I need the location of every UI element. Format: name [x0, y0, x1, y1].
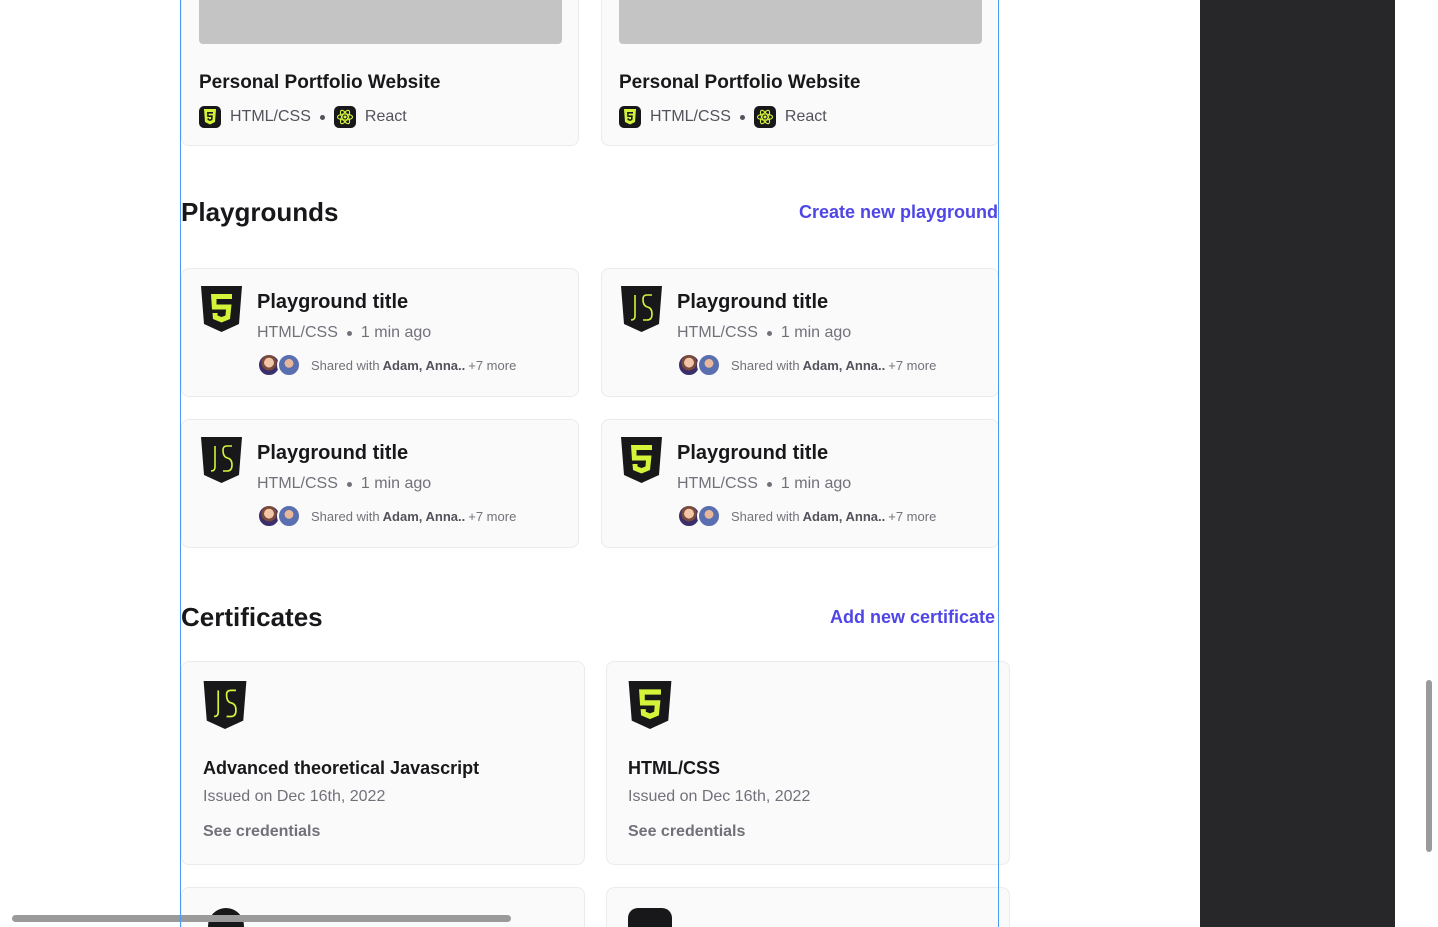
shared-with: Shared with Adam, Anna.. +7 more — [257, 504, 516, 528]
shared-names: Adam, Anna.. — [802, 508, 886, 524]
horizontal-scrollbar[interactable] — [12, 915, 511, 922]
avatar — [277, 353, 301, 377]
badge-icon — [628, 908, 672, 927]
tag-label: HTML/CSS — [230, 108, 311, 125]
js-icon — [203, 681, 247, 729]
playground-title: Playground title — [257, 291, 409, 313]
react-icon — [333, 106, 356, 128]
add-certificate-link[interactable]: Add new certificate — [830, 607, 995, 628]
project-tags: HTML/CSS React — [199, 106, 407, 128]
vertical-scrollbar[interactable] — [1426, 680, 1432, 852]
playground-meta: HTML/CSS 1 min ago — [257, 324, 431, 342]
project-thumbnail — [199, 0, 562, 44]
create-playground-link[interactable]: Create new playground — [799, 202, 998, 223]
certificate-issued: Issued on Dec 16th, 2022 — [203, 788, 386, 805]
avatar-group[interactable] — [677, 504, 721, 528]
avatar-group[interactable] — [677, 353, 721, 377]
react-icon — [753, 106, 776, 128]
shared-prefix: Shared with — [731, 357, 800, 373]
shared-names: Adam, Anna.. — [382, 508, 466, 524]
playground-card[interactable]: Playground title HTML/CSS 1 min ago Shar… — [601, 268, 999, 397]
avatar — [697, 504, 721, 528]
project-thumbnail — [619, 0, 982, 44]
certificate-card[interactable] — [606, 887, 1010, 927]
playground-lang: HTML/CSS — [257, 475, 338, 492]
js-icon — [621, 286, 662, 332]
shared-prefix: Shared with — [311, 357, 380, 373]
certificate-card[interactable]: HTML/CSS Issued on Dec 16th, 2022 See cr… — [606, 661, 1010, 865]
side-panel — [1200, 0, 1395, 927]
html5-icon — [619, 106, 641, 128]
playground-title: Playground title — [677, 291, 829, 313]
see-credentials-link[interactable]: See credentials — [628, 823, 745, 841]
playground-lang: HTML/CSS — [677, 475, 758, 492]
certificate-title: Advanced theoretical Javascript — [203, 758, 480, 778]
playground-lang: HTML/CSS — [677, 324, 758, 341]
playground-card[interactable]: Playground title HTML/CSS 1 min ago Shar… — [181, 419, 579, 548]
tag-label: HTML/CSS — [650, 108, 731, 125]
html5-icon — [621, 437, 662, 483]
playground-lang: HTML/CSS — [257, 324, 338, 341]
project-tags: HTML/CSS React — [619, 106, 827, 128]
project-card[interactable]: Personal Portfolio Website HTML/CSS Reac… — [181, 0, 579, 146]
shared-more[interactable]: +7 more — [888, 358, 936, 373]
tag-label: React — [364, 108, 407, 125]
avatar-group[interactable] — [257, 504, 301, 528]
certificates-heading: Certificates — [181, 602, 323, 632]
shared-with: Shared with Adam, Anna.. +7 more — [257, 353, 516, 377]
js-icon — [201, 437, 242, 483]
shared-names: Adam, Anna.. — [802, 357, 886, 373]
shared-with: Shared with Adam, Anna.. +7 more — [677, 504, 936, 528]
playground-card[interactable]: Playground title HTML/CSS 1 min ago Shar… — [181, 268, 579, 397]
certificate-issued: Issued on Dec 16th, 2022 — [628, 788, 811, 805]
playground-title: Playground title — [257, 442, 409, 464]
playgrounds-heading: Playgrounds — [181, 197, 339, 227]
project-title: Personal Portfolio Website — [199, 72, 441, 93]
shared-more[interactable]: +7 more — [888, 509, 936, 524]
playground-time: 1 min ago — [360, 324, 432, 341]
shared-with: Shared with Adam, Anna.. +7 more — [677, 353, 936, 377]
tag-label: React — [784, 108, 827, 125]
html5-icon — [201, 286, 242, 332]
certificate-card[interactable]: Advanced theoretical Javascript Issued o… — [181, 661, 585, 865]
playground-time: 1 min ago — [780, 324, 852, 341]
certificate-title: HTML/CSS — [628, 758, 720, 778]
html5-icon — [628, 681, 672, 729]
playground-meta: HTML/CSS 1 min ago — [257, 475, 431, 493]
avatar — [697, 353, 721, 377]
shared-prefix: Shared with — [311, 508, 380, 524]
shared-more[interactable]: +7 more — [468, 509, 516, 524]
html5-icon — [199, 106, 221, 128]
playground-time: 1 min ago — [360, 475, 432, 492]
playground-card[interactable]: Playground title HTML/CSS 1 min ago Shar… — [601, 419, 999, 548]
playground-meta: HTML/CSS 1 min ago — [677, 324, 851, 342]
project-card[interactable]: Personal Portfolio Website HTML/CSS Reac… — [601, 0, 999, 146]
shared-prefix: Shared with — [731, 508, 800, 524]
see-credentials-link[interactable]: See credentials — [203, 823, 320, 841]
playground-title: Playground title — [677, 442, 829, 464]
avatar — [277, 504, 301, 528]
avatar-group[interactable] — [257, 353, 301, 377]
shared-more[interactable]: +7 more — [468, 358, 516, 373]
playground-time: 1 min ago — [780, 475, 852, 492]
playground-meta: HTML/CSS 1 min ago — [677, 475, 851, 493]
shared-names: Adam, Anna.. — [382, 357, 466, 373]
project-title: Personal Portfolio Website — [619, 72, 861, 93]
